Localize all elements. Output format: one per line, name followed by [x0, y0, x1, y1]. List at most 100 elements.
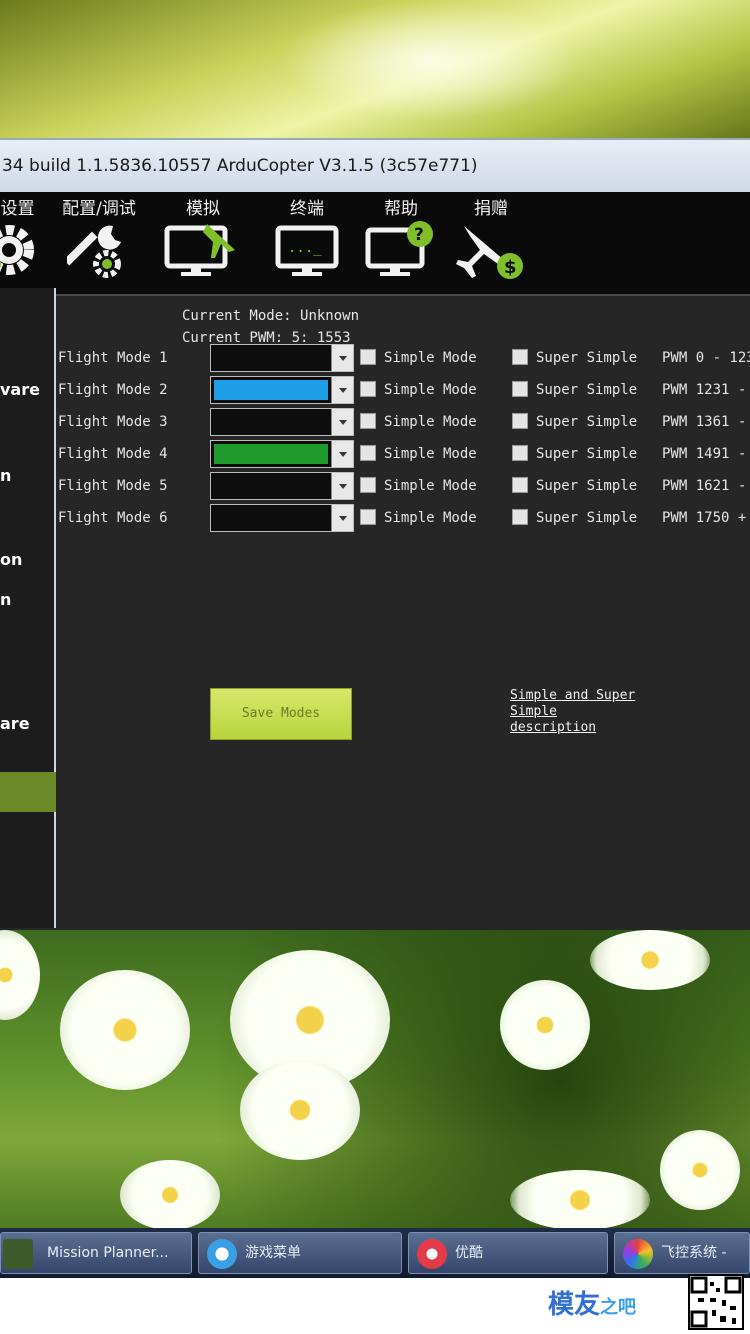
- flight-mode-label: Flight Mode 3: [58, 414, 168, 430]
- flight-mode-select[interactable]: [210, 440, 354, 468]
- pwm-range-label: PWM 1491 -: [662, 446, 747, 462]
- flight-mode-label: Flight Mode 1: [58, 350, 168, 366]
- simple-mode-label: Simple Mode: [384, 414, 477, 430]
- super-simple-checkbox[interactable]: [512, 445, 528, 461]
- simple-mode-checkbox[interactable]: [360, 445, 376, 461]
- menu-item-simulation[interactable]: 模拟: [158, 192, 248, 292]
- svg-text:?: ?: [414, 225, 424, 245]
- watermark-sub: 之吧: [600, 1297, 637, 1318]
- chevron-down-icon[interactable]: [331, 441, 353, 467]
- super-simple-checkbox[interactable]: [512, 509, 528, 525]
- wrench-gear-icon: [67, 225, 121, 278]
- pwm-range-label: PWM 1750 +: [662, 510, 747, 526]
- super-simple-checkbox[interactable]: [512, 477, 528, 493]
- desktop-wallpaper-bottom: [0, 930, 750, 1230]
- menu-item-config-tuning[interactable]: 配置/调试: [54, 192, 144, 292]
- simple-mode-checkbox[interactable]: [360, 413, 376, 429]
- flight-mode-label: Flight Mode 6: [58, 510, 168, 526]
- monitor-terminal-icon: ..._: [275, 225, 339, 276]
- simple-mode-label: Simple Mode: [384, 350, 477, 366]
- pwm-range-label: PWM 1231 -: [662, 382, 747, 398]
- flight-control-icon: [623, 1239, 653, 1269]
- taskbar-item-flight-control[interactable]: 飞控系统 -: [614, 1232, 750, 1274]
- simple-mode-label: Simple Mode: [384, 382, 477, 398]
- flower-image: [120, 1160, 220, 1230]
- flight-mode-select[interactable]: [210, 472, 354, 500]
- chevron-down-icon[interactable]: [331, 505, 353, 531]
- chevron-down-icon[interactable]: [331, 377, 353, 403]
- simple-mode-label: Simple Mode: [384, 446, 477, 462]
- sidebar-item-3[interactable]: n: [0, 590, 11, 609]
- menu-item-help[interactable]: 帮助 ?: [356, 192, 446, 292]
- taskbar-item-label: 飞控系统 -: [661, 1245, 727, 1261]
- simple-mode-checkbox[interactable]: [360, 381, 376, 397]
- sidebar: vare n on n are: [0, 288, 66, 928]
- sidebar-item-2[interactable]: on: [0, 550, 22, 569]
- flight-mode-select[interactable]: [210, 344, 354, 372]
- flight-mode-select-value: [214, 444, 328, 464]
- flight-mode-row: Flight Mode 5 Simple Mode Super Simple PWM …: [58, 472, 750, 502]
- sidebar-item-flight-modes-active[interactable]: [0, 772, 66, 812]
- flight-mode-row: Flight Mode 1 Simple Mode Super Simple PWM …: [58, 344, 750, 374]
- save-modes-button[interactable]: Save Modes: [210, 688, 352, 740]
- simple-mode-checkbox[interactable]: [360, 477, 376, 493]
- flight-mode-select[interactable]: [210, 408, 354, 436]
- super-simple-checkbox[interactable]: [512, 349, 528, 365]
- desktop-wallpaper-top: [0, 0, 750, 150]
- svg-text:$: $: [504, 257, 517, 278]
- menu-label: 帮助: [384, 199, 418, 219]
- chevron-down-icon[interactable]: [331, 473, 353, 499]
- flight-mode-select[interactable]: [210, 504, 354, 532]
- flight-mode-select-value: [214, 476, 328, 496]
- taskbar-item-label: 游戏菜单: [245, 1245, 301, 1261]
- simple-description-link[interactable]: Simple and Super Simple description: [510, 688, 650, 736]
- flight-modes-panel: Current Mode: Unknown Current PWM: 5: 15…: [58, 288, 750, 928]
- pwm-range-label: PWM 1621 -: [662, 478, 747, 494]
- main-menubar: 台设置 配置/调试 模拟: [0, 192, 750, 296]
- super-simple-label: Super Simple: [536, 478, 638, 494]
- simple-mode-label: Simple Mode: [384, 478, 477, 494]
- pwm-range-label: PWM 0 - 123: [662, 350, 750, 366]
- qr-code-pattern: [690, 1276, 742, 1328]
- flight-mode-row: Flight Mode 6 Simple Mode Super Simple PWM …: [58, 504, 750, 534]
- sidebar-item-1[interactable]: n: [0, 466, 11, 485]
- flight-mode-select-value: [214, 508, 328, 528]
- current-mode-value: Unknown: [300, 308, 360, 324]
- menu-item-terminal[interactable]: 终端 ..._: [262, 192, 352, 292]
- pwm-range-label: PWM 1361 -: [662, 414, 747, 430]
- flight-mode-select[interactable]: [210, 376, 354, 404]
- super-simple-label: Super Simple: [536, 446, 638, 462]
- chevron-down-icon[interactable]: [331, 345, 353, 371]
- menu-label: 台设置: [0, 199, 35, 219]
- taskbar-item-game-menu[interactable]: 游戏菜单: [198, 1232, 402, 1274]
- sidebar-item-software[interactable]: are: [0, 714, 30, 733]
- window-title: 34 build 1.1.5836.10557 ArduCopter V3.1.…: [0, 140, 750, 192]
- flight-mode-row: Flight Mode 2 Simple Mode Super Simple PWM …: [58, 376, 750, 406]
- taskbar-item-youku[interactable]: 优酷: [408, 1232, 608, 1274]
- super-simple-checkbox[interactable]: [512, 413, 528, 429]
- super-simple-label: Super Simple: [536, 414, 638, 430]
- plane-dollar-icon: $: [456, 226, 523, 279]
- flight-mode-row: Flight Mode 4 Simple Mode Super Simple PWM …: [58, 440, 750, 470]
- simple-mode-checkbox[interactable]: [360, 349, 376, 365]
- flight-mode-select-value: [214, 380, 328, 400]
- svg-text:..._: ..._: [288, 240, 322, 256]
- youku-icon: [417, 1239, 447, 1269]
- flight-mode-row: Flight Mode 3 Simple Mode Super Simple PWM …: [58, 408, 750, 438]
- sidebar-item-firmware[interactable]: vare: [0, 380, 40, 399]
- monitor-plane-icon: [164, 224, 235, 276]
- chevron-down-icon[interactable]: [331, 409, 353, 435]
- menu-label: 捐赠: [474, 199, 508, 219]
- simple-mode-checkbox[interactable]: [360, 509, 376, 525]
- menu-label: 配置/调试: [62, 199, 136, 219]
- super-simple-checkbox[interactable]: [512, 381, 528, 397]
- watermark-main: 模友: [548, 1290, 601, 1320]
- menu-item-setup[interactable]: 台设置: [0, 192, 54, 292]
- flight-mode-label: Flight Mode 4: [58, 446, 168, 462]
- menu-item-donate[interactable]: 捐赠 $: [446, 192, 536, 292]
- super-simple-label: Super Simple: [536, 510, 638, 526]
- taskbar-item-mission-planner[interactable]: Mission Planner...: [0, 1232, 192, 1274]
- flower-image: [510, 1170, 650, 1230]
- flight-mode-label: Flight Mode 5: [58, 478, 168, 494]
- flower-image: [500, 980, 590, 1070]
